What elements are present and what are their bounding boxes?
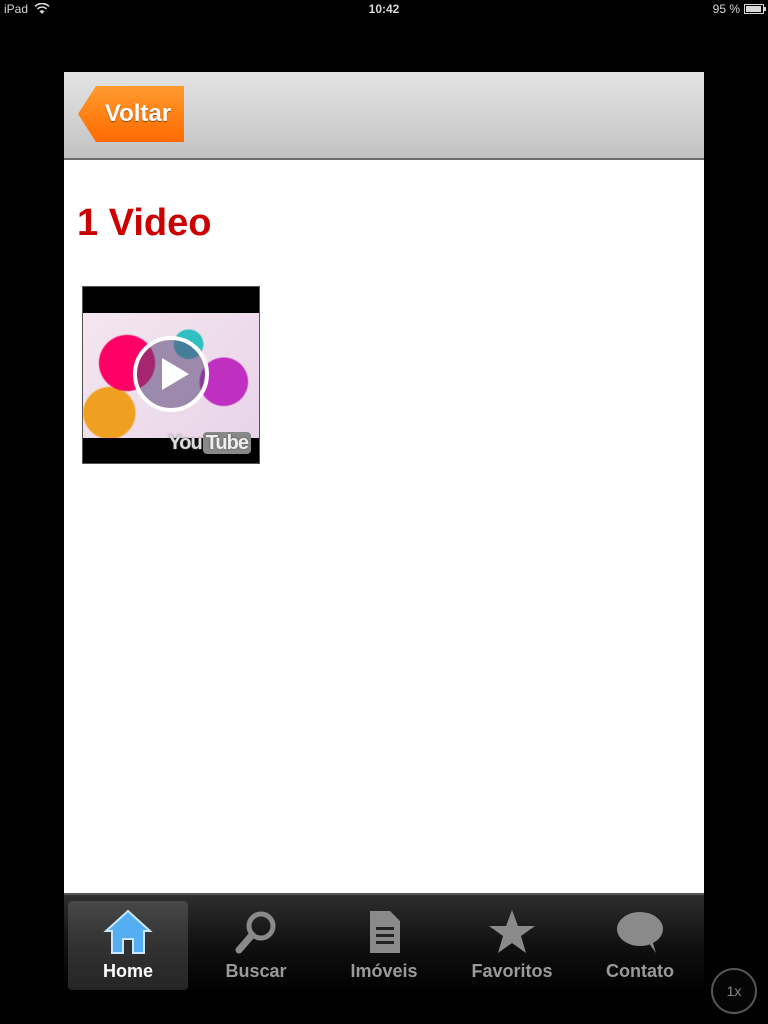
tab-contato[interactable]: Contato <box>576 895 704 994</box>
battery-fill <box>746 6 762 12</box>
tab-bar: Home Buscar Imóveis Favoritos Contato <box>64 893 704 994</box>
tab-favoritos[interactable]: Favoritos <box>448 895 576 994</box>
home-icon <box>102 907 154 957</box>
tab-imoveis[interactable]: Imóveis <box>320 895 448 994</box>
clock: 10:42 <box>368 2 400 16</box>
youtube-logo: You Tube <box>168 432 251 455</box>
page-title: 1 Video <box>77 202 212 244</box>
battery-percent: 95 % <box>712 2 740 16</box>
status-right: 95 % <box>712 2 766 16</box>
play-icon[interactable] <box>131 334 211 414</box>
tab-label: Imóveis <box>350 961 418 981</box>
tab-label: Favoritos <box>471 961 553 981</box>
document-icon <box>358 907 410 957</box>
status-bar: iPad 10:42 95 % <box>0 0 768 20</box>
tab-label: Contato <box>606 961 674 981</box>
back-button[interactable]: Voltar <box>78 86 184 142</box>
search-icon <box>230 907 282 957</box>
video-thumbnail[interactable]: You Tube <box>82 286 260 464</box>
battery-icon <box>744 4 766 14</box>
navigation-bar: Voltar <box>64 72 704 160</box>
star-icon <box>486 907 538 957</box>
tab-label: Buscar <box>225 961 287 981</box>
tab-label: Home <box>102 961 153 981</box>
tab-home[interactable]: Home <box>64 895 192 994</box>
chat-bubble-icon <box>614 907 666 957</box>
tab-buscar[interactable]: Buscar <box>192 895 320 994</box>
zoom-button[interactable]: 1x <box>711 968 757 1014</box>
app-window: Voltar 1 Video You Tube <box>64 72 704 944</box>
